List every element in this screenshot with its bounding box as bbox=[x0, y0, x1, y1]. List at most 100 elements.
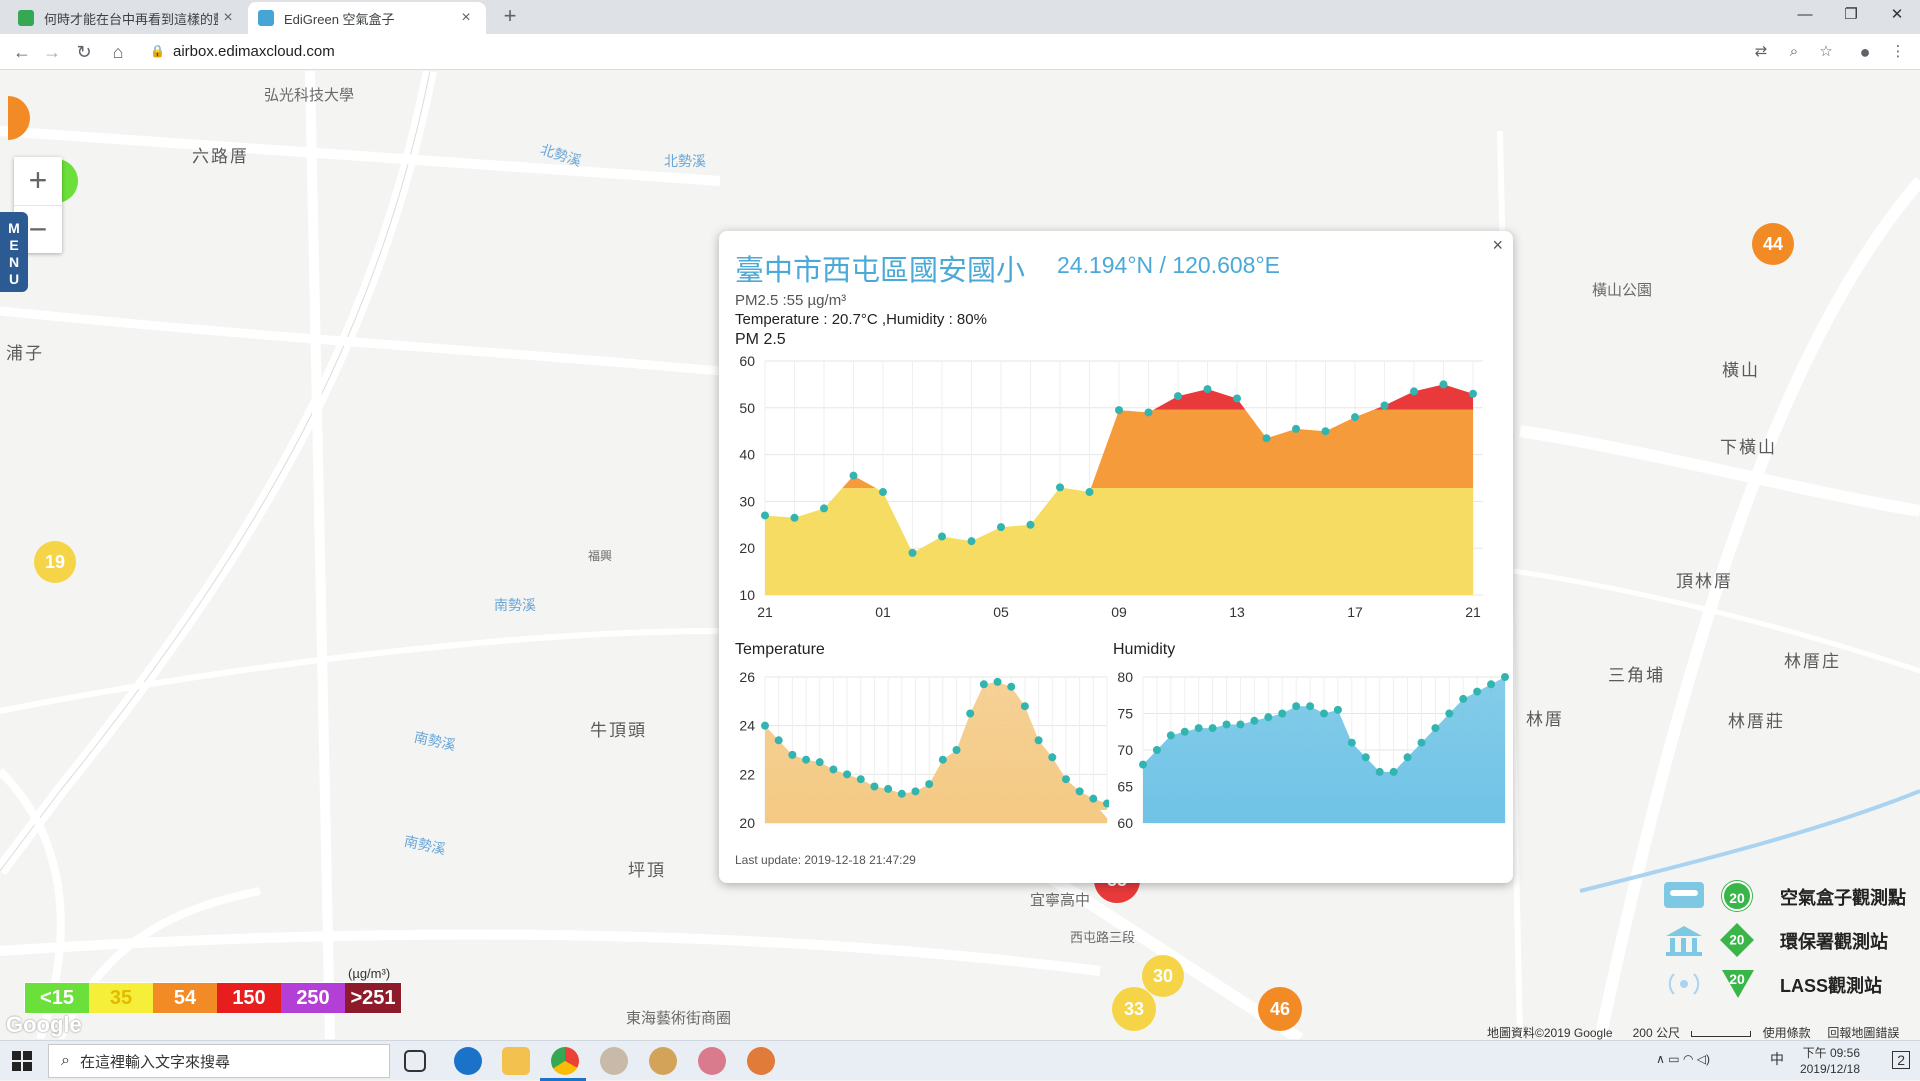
pm25-reading: PM2.5 :55 µg/m³ bbox=[735, 292, 847, 309]
data-point bbox=[1089, 794, 1098, 803]
translate-icon[interactable]: ⇄ bbox=[1750, 41, 1772, 63]
y-tick-label: 24 bbox=[739, 718, 755, 734]
y-tick-label: 30 bbox=[739, 493, 755, 509]
close-tab-icon[interactable]: × bbox=[218, 9, 238, 27]
map-footer: 地圖資料©2019 Google 200 公尺 使用條款 回報地圖錯誤 bbox=[1487, 1024, 1899, 1041]
data-point bbox=[820, 504, 828, 513]
data-point bbox=[1075, 787, 1084, 796]
browser-tab-bar: 何時才能在台中再看到這樣的藍天 × EdiGreen 空氣盒子 × + — ❐ … bbox=[0, 0, 1920, 34]
data-point bbox=[1439, 380, 1448, 389]
data-point bbox=[1174, 392, 1182, 401]
map-label: 橫山 bbox=[1722, 361, 1760, 380]
map-label: 坪頂 bbox=[628, 861, 666, 880]
restore-button[interactable]: ❐ bbox=[1828, 0, 1874, 30]
data-point bbox=[967, 537, 976, 546]
x-tick-label: 01 bbox=[875, 604, 891, 619]
clock-date[interactable]: 2019/12/18 bbox=[1800, 1061, 1860, 1077]
chrome-icon[interactable] bbox=[551, 1047, 579, 1075]
app-icon-1[interactable] bbox=[600, 1047, 628, 1075]
data-point bbox=[1007, 682, 1016, 691]
reload-icon[interactable]: ↻ bbox=[72, 40, 96, 64]
ime-indicator[interactable]: 中 bbox=[1770, 1051, 1784, 1067]
clock-time[interactable]: 下午 09:56 bbox=[1800, 1045, 1860, 1061]
data-point bbox=[1389, 767, 1398, 776]
more-menu-icon[interactable]: ⋮ bbox=[1887, 41, 1909, 63]
data-point bbox=[1473, 687, 1482, 696]
data-point bbox=[938, 532, 946, 541]
task-view-icon[interactable] bbox=[404, 1050, 426, 1072]
report-error-link[interactable]: 回報地圖錯誤 bbox=[1827, 1026, 1899, 1040]
y-tick-label: 65 bbox=[1117, 779, 1133, 795]
station-type-legend: 20 空氣盒子觀測點 20 環保署觀測站 20 LASS觀測站 bbox=[1656, 878, 1920, 1018]
aqi-marker[interactable]: 33 bbox=[1112, 987, 1156, 1031]
menu-button[interactable]: MENU bbox=[0, 212, 28, 292]
data-point bbox=[1410, 387, 1418, 396]
data-point bbox=[1061, 775, 1070, 784]
home-icon[interactable]: ⌂ bbox=[106, 40, 130, 64]
close-tab-icon[interactable]: × bbox=[456, 9, 476, 27]
data-point bbox=[1262, 434, 1271, 443]
series-area bbox=[765, 384, 1473, 595]
legend-badge-value: 20 bbox=[1729, 932, 1745, 948]
address-bar[interactable]: airbox.edimaxcloud.com bbox=[173, 43, 335, 60]
file-explorer-icon[interactable] bbox=[502, 1047, 530, 1075]
data-point bbox=[788, 750, 797, 759]
data-point bbox=[1020, 702, 1029, 711]
data-point bbox=[1375, 767, 1384, 776]
humidity-chart: 6065707580 bbox=[1117, 669, 1509, 831]
zoom-magnifier-icon[interactable]: ⌕ bbox=[1783, 41, 1805, 63]
data-point bbox=[897, 789, 906, 798]
profile-avatar-icon[interactable]: ● bbox=[1854, 41, 1876, 63]
y-tick-label: 20 bbox=[739, 540, 755, 556]
terms-link[interactable]: 使用條款 bbox=[1763, 1026, 1811, 1040]
legend-badge: 20 bbox=[1729, 971, 1745, 987]
system-tray: ∧ ▭ ◠ ◁) 中 下午 09:56 2019/12/18 2 bbox=[1656, 1045, 1910, 1077]
app-icon-2[interactable] bbox=[649, 1047, 677, 1075]
map-label: 北勢溪 bbox=[664, 153, 706, 169]
new-tab-button[interactable]: + bbox=[498, 5, 522, 29]
browser-tab-1[interactable]: 何時才能在台中再看到這樣的藍天 × bbox=[8, 2, 248, 34]
tab-title: EdiGreen 空氣盒子 bbox=[284, 11, 395, 27]
last-update: Last update: 2019-12-18 21:47:29 bbox=[735, 853, 916, 867]
map-canvas[interactable]: 弘光科技大學 六路厝 北勢溪 北勢溪 浦子 南勢溪 南勢溪 南勢溪 牛頂頭 坪頂… bbox=[0, 71, 1920, 1039]
temp-humidity-reading: Temperature : 20.7°C ,Humidity : 80% bbox=[735, 311, 987, 328]
map-copyright: 地圖資料©2019 Google bbox=[1487, 1026, 1613, 1040]
bookmark-star-icon[interactable]: ☆ bbox=[1815, 41, 1837, 63]
data-point bbox=[1292, 702, 1301, 711]
data-point bbox=[1347, 738, 1356, 747]
edge-browser-icon[interactable] bbox=[454, 1047, 482, 1075]
browser-tab-2[interactable]: EdiGreen 空氣盒子 × bbox=[248, 2, 486, 34]
y-tick-label: 60 bbox=[739, 353, 755, 369]
data-point bbox=[1139, 760, 1147, 769]
data-point bbox=[1431, 724, 1440, 733]
aqi-marker[interactable]: 46 bbox=[1258, 987, 1302, 1031]
aqi-marker[interactable]: 30 bbox=[1142, 955, 1184, 997]
app-icon-3[interactable] bbox=[698, 1047, 726, 1075]
map-label: 西屯路三段 bbox=[1070, 930, 1136, 945]
data-point bbox=[1203, 385, 1212, 394]
data-point bbox=[1333, 705, 1342, 714]
legend-moderate: 35 bbox=[89, 983, 153, 1013]
tray-icons[interactable]: ∧ ▭ ◠ ◁) bbox=[1656, 1051, 1710, 1067]
forward-arrow-icon[interactable]: → bbox=[40, 40, 64, 64]
taskbar-search-input[interactable]: ⌕ 在這裡輸入文字來搜尋 bbox=[48, 1044, 390, 1078]
data-point bbox=[815, 758, 824, 767]
legend-epa: 20 環保署觀測站 bbox=[1656, 922, 1920, 962]
blender-icon[interactable] bbox=[747, 1047, 775, 1075]
data-point bbox=[1469, 389, 1477, 398]
minimize-button[interactable]: — bbox=[1782, 0, 1828, 30]
data-point bbox=[1085, 488, 1094, 497]
zoom-in-button[interactable]: + bbox=[14, 157, 62, 205]
y-tick-label: 40 bbox=[739, 447, 755, 463]
close-window-button[interactable]: ✕ bbox=[1874, 0, 1920, 30]
data-point bbox=[829, 765, 838, 774]
windows-start-icon[interactable] bbox=[12, 1051, 32, 1071]
back-arrow-icon[interactable]: ← bbox=[10, 40, 34, 64]
data-point bbox=[870, 782, 879, 791]
aqi-marker[interactable]: 19 bbox=[34, 541, 76, 583]
popup-close-button[interactable]: × bbox=[1492, 235, 1503, 256]
notification-icon[interactable]: 2 bbox=[1892, 1051, 1910, 1069]
map-label: 福興 bbox=[588, 549, 613, 563]
aqi-marker[interactable]: 44 bbox=[1752, 223, 1794, 265]
temperature-chart-title: Temperature bbox=[735, 641, 825, 658]
